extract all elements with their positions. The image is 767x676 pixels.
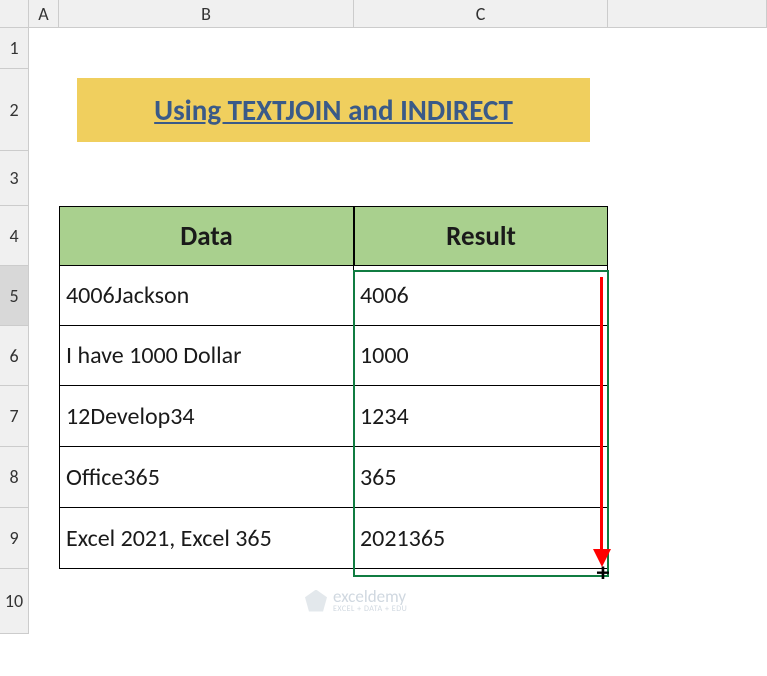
cell-c9[interactable]: 2021365: [354, 508, 608, 569]
watermark-tagline: EXCEL + DATA + EDU: [333, 605, 407, 613]
row-header-6[interactable]: 6: [0, 326, 29, 386]
cell-c8[interactable]: 365: [354, 447, 608, 508]
cell-c7[interactable]: 1234: [354, 386, 608, 447]
row-header-8[interactable]: 8: [0, 447, 29, 508]
cell-b7[interactable]: 12Develop34: [59, 386, 354, 447]
watermark-logo-icon: [305, 590, 327, 612]
watermark-name: exceldemy: [333, 588, 407, 605]
row-header-1[interactable]: 1: [0, 28, 29, 69]
cell-c6[interactable]: 1000: [354, 326, 608, 386]
row-header-5[interactable]: 5: [0, 266, 29, 326]
cell-b9[interactable]: Excel 2021, Excel 365: [59, 508, 354, 569]
col-header-d-blank[interactable]: [608, 0, 767, 28]
cell-b6[interactable]: I have 1000 Dollar: [59, 326, 354, 386]
row-header-10[interactable]: 10: [0, 569, 29, 634]
table-header-result[interactable]: Result: [354, 206, 608, 266]
col-header-b[interactable]: B: [59, 0, 354, 28]
row-header-9[interactable]: 9: [0, 508, 29, 569]
row-header-7[interactable]: 7: [0, 386, 29, 447]
table-header-data[interactable]: Data: [59, 206, 354, 266]
select-all-corner[interactable]: [0, 0, 29, 28]
cell-c5[interactable]: 4006: [354, 266, 608, 326]
row-header-2[interactable]: 2: [0, 69, 29, 151]
page-title: Using TEXTJOIN and INDIRECT: [77, 78, 590, 142]
col-header-c[interactable]: C: [354, 0, 608, 28]
watermark: exceldemy EXCEL + DATA + EDU: [305, 588, 407, 613]
cell-b8[interactable]: Office365: [59, 447, 354, 508]
spreadsheet-grid: A B C 1 2 Using TEXTJOIN and INDIRECT 3 …: [0, 0, 767, 634]
col-header-a[interactable]: A: [29, 0, 59, 28]
cell-b5[interactable]: 4006Jackson: [59, 266, 354, 326]
row-header-3[interactable]: 3: [0, 151, 29, 206]
row-header-4[interactable]: 4: [0, 206, 29, 266]
